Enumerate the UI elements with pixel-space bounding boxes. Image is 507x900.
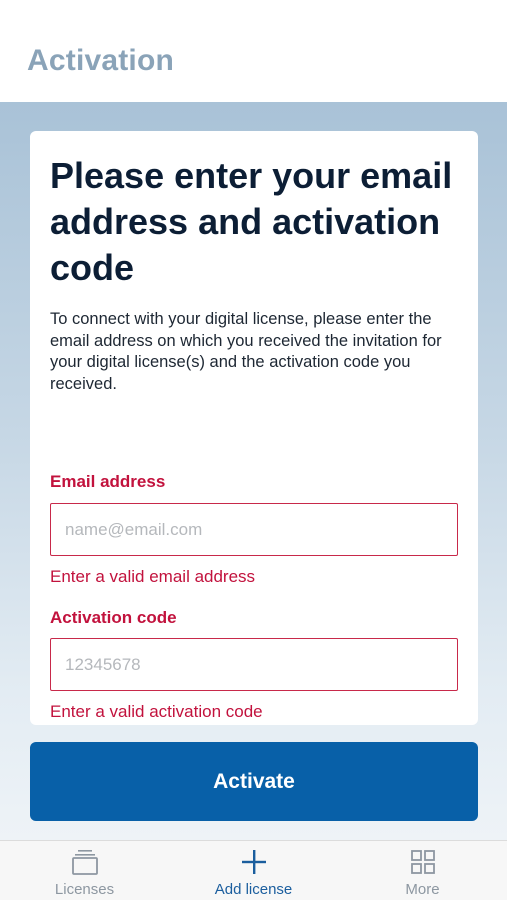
card-heading: Please enter your email address and acti…	[50, 155, 453, 288]
plus-icon	[239, 848, 269, 876]
email-error: Enter a valid email address	[50, 567, 256, 586]
tab-label-add-license: Add license	[214, 881, 293, 898]
tab-label-licenses: Licenses	[54, 881, 115, 898]
tab-licenses[interactable]: Licenses	[0, 841, 169, 900]
top-bar: Activation	[0, 0, 507, 102]
activation-card: Please enter your email address and acti…	[30, 131, 478, 725]
activation-screen: Activation Please enter your email addre…	[0, 0, 507, 900]
tab-label-more: More	[405, 881, 440, 898]
tab-add-license[interactable]: Add license	[169, 841, 338, 900]
email-label: Email address	[50, 472, 166, 491]
card-description: To connect with your digital license, pl…	[50, 310, 442, 393]
email-field[interactable]	[50, 503, 458, 556]
licenses-icon	[70, 848, 100, 876]
bottom-tab-bar: Licenses Add license More	[0, 840, 507, 900]
activation-code-label: Activation code	[50, 608, 177, 627]
grid-icon	[408, 848, 438, 876]
activation-code-field[interactable]	[50, 638, 458, 691]
tab-more[interactable]: More	[338, 841, 507, 900]
activation-code-error: Enter a valid activation code	[50, 702, 263, 721]
activate-button[interactable]: Activate	[30, 742, 478, 821]
page-title: Activation	[27, 44, 175, 77]
